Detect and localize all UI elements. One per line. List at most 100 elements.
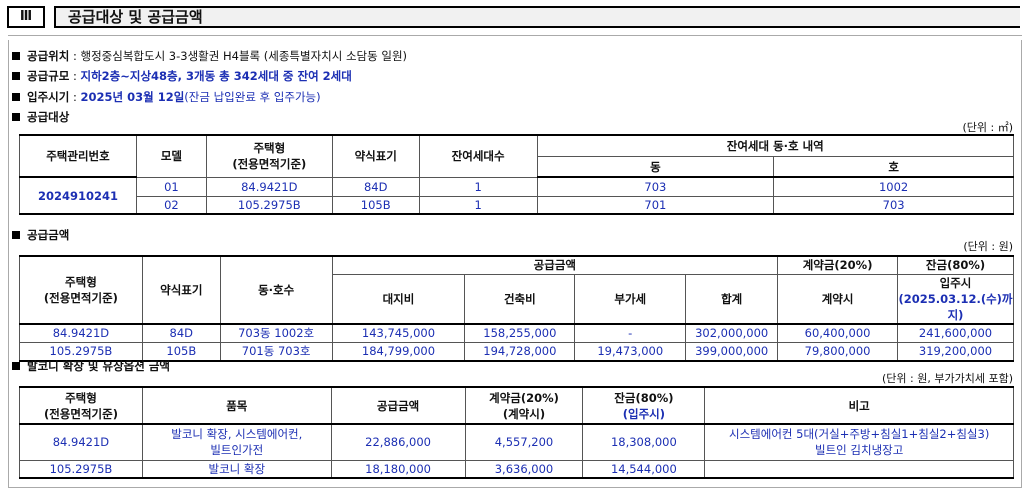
deposit-cell: 79,800,000 <box>777 342 899 362</box>
type-cell: 105.2975B <box>19 459 143 479</box>
info-movein: 입주시기 : 2025년 03월 12일(잔금 납입완료 후 입주가능) <box>12 88 321 106</box>
land-cell: 184,799,000 <box>331 342 466 362</box>
th-total: 합계 <box>685 273 779 325</box>
price-section-label: 공급금액 <box>12 226 69 244</box>
bullet-square-icon <box>12 113 20 121</box>
table-row: 84.9421D 84D 703동 1002호 143,745,000 158,… <box>19 323 1014 343</box>
location-value: 행정중심복합도시 3-3생활권 H4블록 (세종특별자치시 소담동 일원) <box>80 49 408 63</box>
th-vat: 부가세 <box>574 273 687 325</box>
supply-cell: 18,180,000 <box>330 459 466 479</box>
note-cell <box>704 459 1014 479</box>
total-cell: 302,000,000 <box>685 323 779 343</box>
model-cell: 01 <box>135 176 207 197</box>
table3-unit: (단위 : 원, 부가가치세 포함) <box>882 372 1013 385</box>
ho-cell: 1002 <box>773 176 1014 197</box>
table2-unit: (단위 : 원) <box>963 240 1013 253</box>
total-cell: 399,000,000 <box>685 342 779 362</box>
th-type: 주택형 (전용면적기준) <box>19 386 143 425</box>
remaining-cell: 1 <box>418 176 538 197</box>
unitno-cell: 703동 1002호 <box>219 323 333 343</box>
unitno-cell: 701동 703호 <box>219 342 333 362</box>
supply-price-table: 주택형 (전용면적기준) 약식표기 동·호수 공급금액 계약금(20%) 잔금(8… <box>19 255 1014 362</box>
th-balance: 잔금(80%) <box>897 255 1014 275</box>
abbr-cell: 105B <box>331 195 420 215</box>
type-cell: 84.9421D <box>205 176 333 197</box>
location-label: 공급위치 <box>27 49 70 63</box>
th-ho: 호 <box>773 156 1014 178</box>
building-cell: 158,255,000 <box>464 323 576 343</box>
th-mgmt-no: 주택관리번호 <box>19 134 137 178</box>
th-land: 대지비 <box>331 273 466 325</box>
abbr-cell: 84D <box>331 176 420 197</box>
item-cell: 발코니 확장 <box>141 459 332 479</box>
building-cell: 194,728,000 <box>464 342 576 362</box>
th-type: 주택형 (전용면적기준) <box>205 134 333 178</box>
target-label: 공급대상 <box>27 110 70 124</box>
balance-cell: 241,600,000 <box>897 323 1014 343</box>
abbr-cell: 84D <box>141 323 221 343</box>
item-cell: 발코니 확장, 시스템에어컨, 빌트인가전 <box>141 423 332 461</box>
balance-cell: 319,200,000 <box>897 342 1014 362</box>
supply-target-table: 주택관리번호 모델 주택형 (전용면적기준) 약식표기 잔여세대수 잔여세대 동·… <box>19 134 1015 215</box>
table-row: 84.9421D 발코니 확장, 시스템에어컨, 빌트인가전 22,886,000… <box>19 423 1014 461</box>
th-abbr: 약식표기 <box>331 134 420 178</box>
frame-top-rule <box>8 35 1022 36</box>
section-header: Ⅲ 공급대상 및 공급금액 <box>0 0 1025 34</box>
th-model: 모델 <box>135 134 207 178</box>
vat-cell: - <box>574 323 687 343</box>
option-price-table: 주택형 (전용면적기준) 품목 공급금액 계약금(20%) (계약시) 잔금(80%… <box>19 386 1014 479</box>
info-location: 공급위치 : 행정중심복합도시 3-3생활권 H4블록 (세종특별자치시 소담동… <box>12 47 407 65</box>
th-balance: 잔금(80%) (입주시) <box>582 386 706 425</box>
balance-cell: 14,544,000 <box>582 459 706 479</box>
type-cell: 105.2975B <box>205 195 333 215</box>
balance-cell: 18,308,000 <box>582 423 706 461</box>
bullet-square-icon <box>12 52 20 60</box>
th-building: 건축비 <box>464 273 576 325</box>
th-deposit: 계약금(20%) <box>777 255 899 275</box>
dong-cell: 703 <box>536 176 775 197</box>
land-cell: 143,745,000 <box>331 323 466 343</box>
vat-cell: 19,473,000 <box>574 342 687 362</box>
supply-cell: 22,886,000 <box>330 423 466 461</box>
th-dong: 동 <box>536 156 775 178</box>
scale-value: 지하2층~지상48층, 3개동 총 342세대 중 잔여 2세대 <box>80 69 352 83</box>
movein-value: 2025년 03월 12일 <box>80 90 185 104</box>
table-row: 2024910241 01 84.9421D 84D 1 703 1002 <box>19 176 1014 215</box>
th-deposit-when: 계약시 <box>777 273 899 325</box>
th-remaining: 잔여세대수 <box>418 134 538 178</box>
deposit-cell: 60,400,000 <box>777 323 899 343</box>
movein-label: 입주시기 <box>27 90 70 104</box>
bullet-square-icon <box>12 72 20 80</box>
th-unitno: 동·호수 <box>219 255 333 325</box>
th-abbr: 약식표기 <box>141 255 221 325</box>
deposit-cell: 4,557,200 <box>464 423 584 461</box>
table1-unit: (단위 : ㎡) <box>962 121 1013 134</box>
th-item: 품목 <box>141 386 332 425</box>
deposit-cell: 3,636,000 <box>464 459 584 479</box>
option-section-label: 발코니 확장 및 유상옵션 금액 <box>12 357 170 375</box>
remaining-cell: 1 <box>418 195 538 215</box>
th-type: 주택형 (전용면적기준) <box>19 255 143 325</box>
scale-label: 공급규모 <box>27 69 70 83</box>
bullet-square-icon <box>12 93 20 101</box>
th-balance-when: 입주시 (2025.03.12.(수)까지) <box>897 273 1014 325</box>
th-detail: 잔여세대 동·호 내역 <box>536 134 1015 157</box>
mgmt-no-cell: 2024910241 <box>19 176 137 215</box>
info-target: 공급대상 <box>12 108 69 126</box>
th-supply: 공급금액 <box>331 255 779 275</box>
bullet-square-icon <box>12 231 20 239</box>
bullet-square-icon <box>12 362 20 370</box>
ho-cell: 703 <box>773 195 1014 215</box>
table-row: 105.2975B 발코니 확장 18,180,000 3,636,000 14… <box>19 459 1014 479</box>
dong-cell: 701 <box>536 195 775 215</box>
model-cell: 02 <box>135 195 207 215</box>
section-number: Ⅲ <box>7 6 45 28</box>
type-cell: 84.9421D <box>19 423 143 461</box>
th-supply: 공급금액 <box>330 386 466 425</box>
info-scale: 공급규모 : 지하2층~지상48층, 3개동 총 342세대 중 잔여 2세대 <box>12 67 352 85</box>
th-deposit: 계약금(20%) (계약시) <box>464 386 584 425</box>
note-cell: 시스템에어컨 5대(거실+주방+침실1+침실2+침실3) 빌트인 김치냉장고 <box>704 423 1014 461</box>
section-title: 공급대상 및 공급금액 <box>54 6 1020 28</box>
type-cell: 84.9421D <box>19 323 143 343</box>
th-note: 비고 <box>704 386 1014 425</box>
